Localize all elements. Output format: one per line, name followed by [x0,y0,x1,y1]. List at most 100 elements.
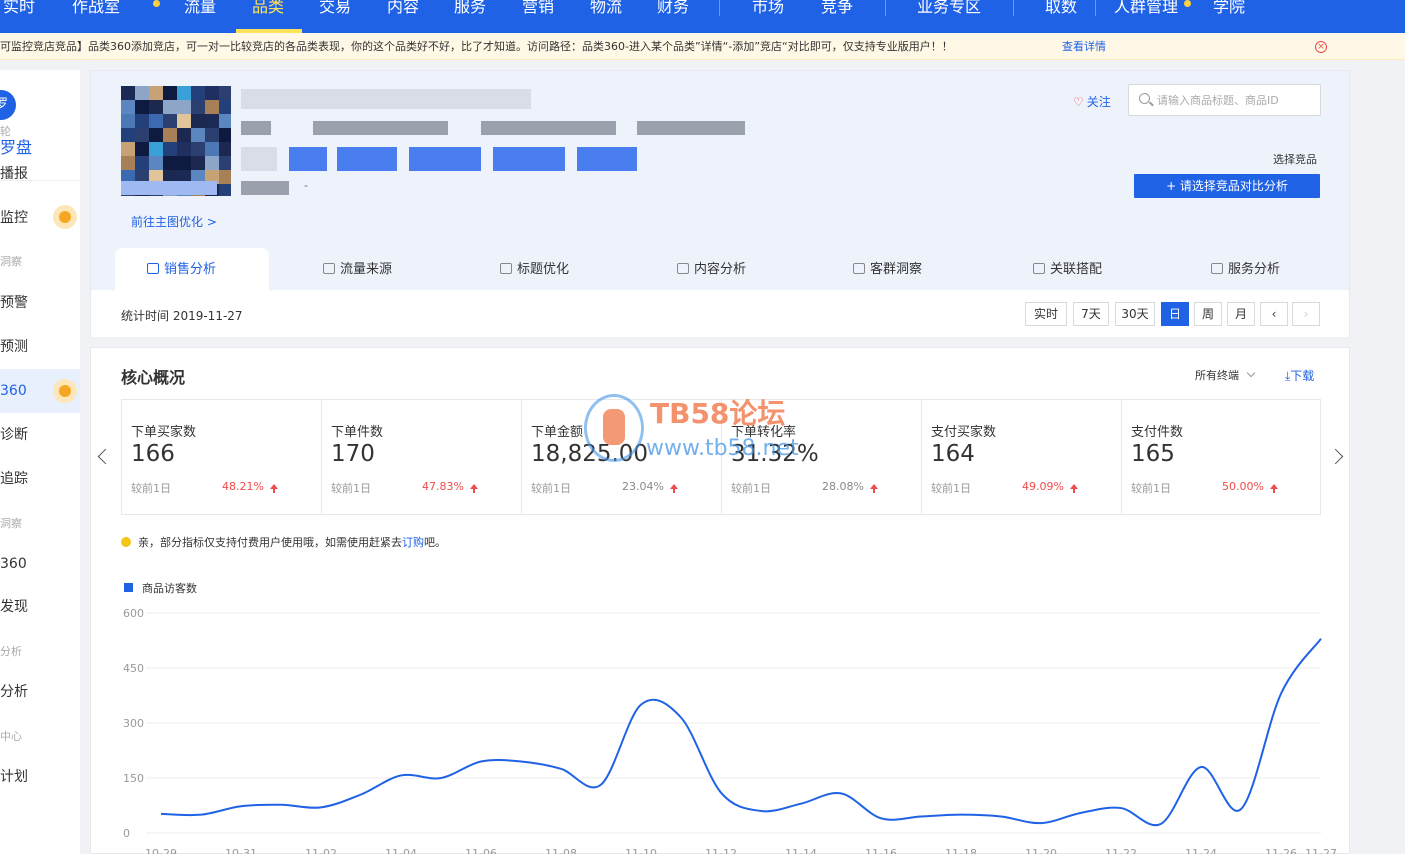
sidebar-item-5[interactable]: 预测 [0,337,80,357]
search-box[interactable] [1128,84,1321,116]
sidebar-item-13[interactable]: 分析 [0,682,80,702]
tab-0[interactable]: 销售分析 [147,258,216,277]
data-point[interactable] [759,809,763,813]
time-btn-6[interactable]: ‹ [1260,302,1288,326]
time-btn-2[interactable]: 30天 [1115,302,1155,326]
nav-item-8[interactable]: 物流 [590,0,622,19]
data-point[interactable] [359,793,363,797]
chart-legend[interactable]: 商品访客数 [124,580,197,596]
data-point[interactable] [1079,811,1083,815]
tab-2[interactable]: 标题优化 [500,258,569,277]
notice-close-icon[interactable]: × [1315,41,1327,53]
data-point[interactable] [799,802,803,806]
thumbnail-pixel [219,156,231,170]
compare-button[interactable]: + 请选择竞品对比分析 [1134,174,1320,198]
thumbnail-pixel [219,142,231,156]
metric-card[interactable]: 下单转化率 31.32% 较前1日 28.08% [722,400,922,514]
nav-item-6[interactable]: 服务 [454,0,486,19]
nav-item-5[interactable]: 内容 [387,0,419,19]
nav-item-11[interactable]: 竞争 [821,0,853,19]
tab-3[interactable]: 内容分析 [677,258,746,277]
data-point[interactable] [679,716,683,720]
data-point[interactable] [519,760,523,764]
goto-main-image-link[interactable]: 前往主图优化 > [131,213,217,230]
nav-item-14[interactable]: 人群管理 [1114,0,1178,19]
blurred-info [121,181,217,195]
tab-6[interactable]: 服务分析 [1211,258,1280,277]
sidebar-item-10[interactable]: 360 [0,554,80,574]
data-point[interactable] [479,760,483,764]
tab-5[interactable]: 关联搭配 [1033,258,1102,277]
nav-item-10[interactable]: 市场 [752,0,784,19]
terminal-select[interactable]: 所有终端 [1195,367,1256,383]
data-point[interactable] [919,815,923,819]
sidebar-item-7[interactable]: 诊断 [0,425,80,445]
time-btn-0[interactable]: 实时 [1025,302,1067,326]
notice-banner: 可监控竞店竞品】品类360添加竞店，可一对一比较竞店的各品类表现，你的这个品类好… [0,33,1405,60]
data-point[interactable] [439,776,443,780]
series-line-0[interactable] [160,638,1322,827]
time-btn-4[interactable]: 周 [1194,302,1222,326]
thumbnail-pixel [135,114,149,128]
carousel-prev-icon[interactable] [97,448,114,465]
download-button[interactable]: ⤓下载 [1285,367,1314,384]
metric-card[interactable]: 下单金额 18,825.00 较前1日 23.04% [522,400,722,514]
data-point[interactable] [1159,822,1163,826]
nav-item-15[interactable]: 学院 [1213,0,1245,19]
sidebar-item-15[interactable]: 计划 [0,767,80,787]
data-point[interactable] [1199,765,1203,769]
sidebar-item-14: 中心 [0,730,22,743]
search-input[interactable] [1157,85,1317,115]
metric-card[interactable]: 支付件数 165 较前1日 50.00% [1122,400,1322,514]
tab-1[interactable]: 流量来源 [323,258,392,277]
nav-item-0[interactable]: 实时 [3,0,35,19]
arrow-up-icon [1069,484,1078,493]
tab-4[interactable]: 客群洞察 [853,258,922,277]
sidebar-item-11[interactable]: 发现 [0,597,80,617]
sidebar-item-4[interactable]: 预警 [0,293,80,313]
data-point[interactable] [1279,692,1283,696]
data-point[interactable] [239,804,243,808]
metric-card[interactable]: 支付买家数 164 较前1日 49.09% [922,400,1122,514]
data-point[interactable] [319,805,323,809]
metric-card[interactable]: 下单买家数 166 较前1日 48.21% [122,400,322,514]
time-btn-7[interactable]: › [1292,302,1320,326]
nav-item-3[interactable]: 品类 [252,0,284,19]
data-point[interactable] [1039,821,1043,825]
sidebar-item-1[interactable]: 播报 [0,164,80,184]
follow-button[interactable]: ♡ 关注 [1073,93,1111,110]
data-point[interactable] [599,783,603,787]
data-point[interactable] [639,703,643,707]
nav-item-9[interactable]: 财务 [657,0,689,19]
data-point[interactable] [279,803,283,807]
nav-item-7[interactable]: 营销 [522,0,554,19]
data-point[interactable] [959,813,963,817]
data-point[interactable] [999,815,1003,819]
data-point[interactable] [559,767,563,771]
nav-item-12[interactable]: 业务专区 [917,0,981,19]
time-btn-1[interactable]: 7天 [1073,302,1109,326]
metric-card[interactable]: 下单件数 170 较前1日 47.83% [322,400,522,514]
nav-item-2[interactable]: 流量 [184,0,216,19]
data-point[interactable] [1239,807,1243,811]
data-point[interactable] [879,816,883,820]
carousel-next-icon[interactable] [1327,448,1344,465]
data-point[interactable] [199,813,203,817]
data-point[interactable] [399,773,403,777]
subscribe-link[interactable]: 订购 [402,536,424,549]
top-navigation: 实时 作战室 流量 品类 交易 内容 服务 营销 物流 财务 市场 竞争 业务专区 取数 人群管理 学院 [0,0,1405,33]
nav-item-4[interactable]: 交易 [319,0,351,19]
time-btn-5[interactable]: 月 [1227,302,1255,326]
nav-item-13[interactable]: 取数 [1045,0,1077,19]
sidebar-item-8[interactable]: 追踪 [0,469,80,489]
product-thumbnail[interactable] [121,86,231,196]
data-point[interactable] [839,791,843,795]
notice-detail-link[interactable]: 查看详情 [1062,33,1106,59]
terminal-label: 所有终端 [1195,369,1239,382]
data-point[interactable] [159,812,163,816]
data-point[interactable] [719,791,723,795]
data-point[interactable] [1319,637,1323,641]
time-btn-3[interactable]: 日 [1161,302,1189,326]
data-point[interactable] [1119,806,1123,810]
nav-item-1[interactable]: 作战室 [72,0,120,19]
